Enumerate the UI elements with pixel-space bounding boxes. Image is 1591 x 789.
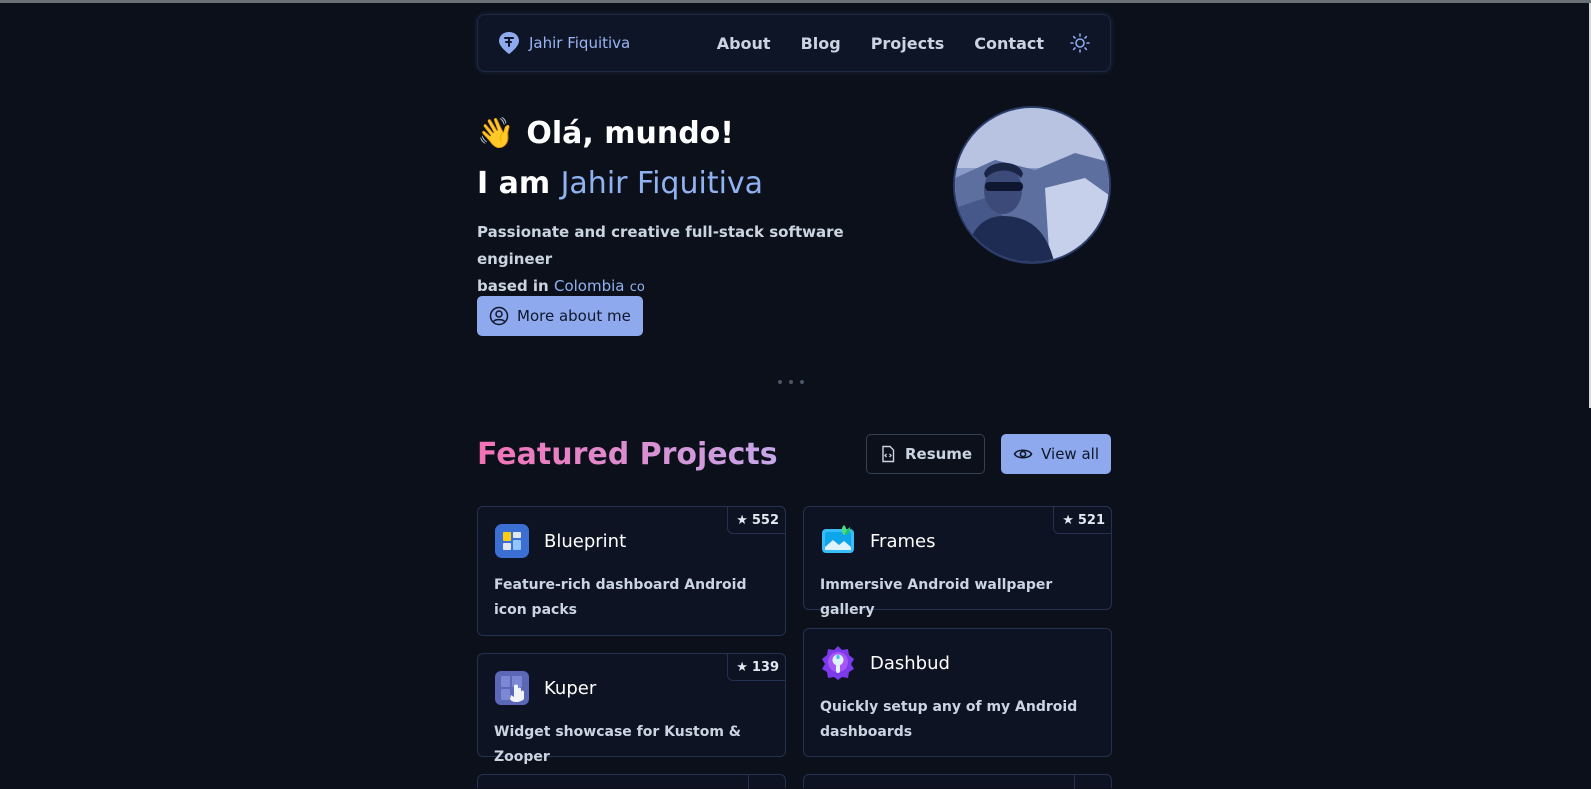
project-card-dashbud[interactable]: Dashbud Quickly setup any of my Android … (803, 628, 1112, 757)
star-count-value: 521 (1077, 512, 1105, 528)
avatar (953, 106, 1111, 264)
intro-prefix: I am (477, 166, 551, 201)
project-name: Kuper (544, 677, 597, 699)
nav-link-about[interactable]: About (717, 34, 771, 53)
nav-link-projects[interactable]: Projects (871, 34, 945, 53)
hero-name: Jahir Fiquitiva (560, 166, 764, 201)
nav-link-contact[interactable]: Contact (974, 34, 1044, 53)
projects-title: Featured Projects (477, 436, 778, 472)
brand-name: Jahir Fiquitiva (529, 34, 631, 52)
brand-logo-icon (499, 32, 519, 54)
star-count-value: 552 (751, 512, 779, 528)
divider-dot (789, 380, 793, 384)
nav-links: About Blog Projects Contact (717, 33, 1090, 53)
dashbud-app-icon (822, 646, 854, 680)
star-count-edge (748, 775, 749, 789)
view-all-button[interactable]: View all (1001, 434, 1111, 474)
eye-icon (1013, 449, 1033, 459)
blueprint-app-icon (495, 524, 529, 558)
star-icon: ★ (736, 512, 748, 528)
divider-dot (778, 380, 782, 384)
brand-home-link[interactable]: Jahir Fiquitiva (498, 31, 630, 55)
browser-top-border (0, 0, 1591, 3)
country-code: co (629, 280, 645, 295)
project-card-partial[interactable] (477, 774, 786, 789)
projects-header: Featured Projects Resume View all (477, 433, 1111, 475)
greeting-text: Olá, mundo! (526, 115, 734, 151)
more-about-me-label: More about me (517, 307, 631, 325)
tagline-line2: based in (477, 277, 549, 295)
star-count-value: 139 (751, 659, 779, 675)
project-card-frames[interactable]: ★ 521 Frames Immersive Android wallpaper… (803, 506, 1112, 618)
kuper-app-icon (495, 671, 529, 705)
project-description: Widget showcase for Kustom & Zooper (494, 724, 742, 765)
project-card-kuper[interactable]: ★ 139 Kuper Widget showcase for Kustom &… (477, 653, 786, 765)
project-description: Quickly setup any of my Android dashboar… (820, 699, 1078, 740)
project-description: Feature-rich dashboard Android icon pack… (494, 577, 747, 618)
resume-label: Resume (904, 445, 973, 463)
profile-photo (955, 108, 1109, 262)
divider-dot (800, 380, 804, 384)
sun-icon[interactable] (1070, 33, 1090, 53)
nav-link-blog[interactable]: Blog (801, 34, 841, 53)
country-name: Colombia (553, 277, 625, 295)
resume-button[interactable]: Resume (865, 434, 986, 474)
project-card-blueprint[interactable]: ★ 552 Blueprint Feature-rich dashboard A… (477, 506, 786, 636)
view-all-label: View all (1041, 445, 1099, 463)
star-icon: ★ (1062, 512, 1074, 528)
project-description: Immersive Android wallpaper gallery (820, 577, 1053, 618)
star-count: ★ 552 (727, 506, 786, 534)
user-circle-icon (489, 306, 509, 326)
project-name: Frames (870, 530, 936, 552)
hero-section: 👋 Olá, mundo! I am Jahir Fiquitiva Passi… (477, 106, 1111, 350)
frames-app-icon (822, 525, 854, 553)
star-count: ★ 139 (727, 653, 786, 681)
hero-tagline: Passionate and creative full-stack softw… (477, 219, 877, 301)
star-icon: ★ (736, 659, 748, 675)
project-card-partial[interactable] (803, 774, 1112, 789)
project-name: Blueprint (544, 530, 627, 552)
tagline-line1: Passionate and creative full-stack softw… (477, 223, 844, 268)
project-name: Dashbud (870, 652, 950, 674)
section-divider (778, 380, 804, 384)
projects-actions: Resume View all (865, 434, 1111, 474)
more-about-me-button[interactable]: More about me (477, 296, 643, 336)
code-file-icon (882, 445, 895, 463)
waving-hand-icon: 👋 (477, 115, 515, 151)
top-navbar: Jahir Fiquitiva About Blog Projects Cont… (477, 14, 1111, 72)
star-count-edge (1074, 775, 1075, 789)
star-count: ★ 521 (1053, 506, 1112, 534)
